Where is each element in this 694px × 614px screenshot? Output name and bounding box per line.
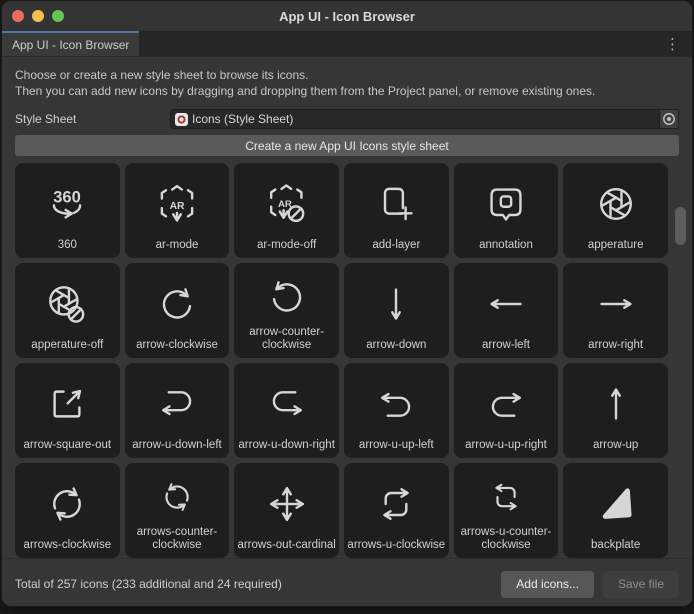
icon-glyph bbox=[45, 182, 89, 226]
style-sheet-row: Style Sheet Icons (Style Sheet) bbox=[15, 109, 679, 129]
description-text: Choose or create a new style sheet to br… bbox=[2, 67, 692, 99]
icon-label: apperature bbox=[587, 239, 644, 251]
icon-label: 360 bbox=[57, 239, 77, 251]
icon-glyph bbox=[45, 382, 89, 426]
icon-tile-arrows-clockwise[interactable]: arrows-clockwise bbox=[15, 463, 120, 558]
icon-tile-arrow-up[interactable]: arrow-up bbox=[563, 363, 668, 458]
icon-glyph bbox=[484, 282, 528, 326]
icon-glyph bbox=[594, 482, 638, 526]
icon-label: arrow-counter-clockwise bbox=[249, 326, 325, 351]
create-style-sheet-button[interactable]: Create a new App UI Icons style sheet bbox=[15, 135, 679, 156]
style-sheet-asset-icon bbox=[175, 112, 188, 126]
style-sheet-value: Icons (Style Sheet) bbox=[192, 112, 294, 126]
icon-label: ar-mode bbox=[155, 239, 199, 251]
icon-glyph bbox=[594, 182, 638, 226]
icon-glyph bbox=[594, 382, 638, 426]
icon-label: arrow-u-down-left bbox=[132, 439, 222, 451]
icon-tile-apperature[interactable]: apperature bbox=[563, 163, 668, 258]
icon-tile-apperature-off[interactable]: apperature-off bbox=[15, 263, 120, 358]
icon-tile-ar-mode-off[interactable]: ar-mode-off bbox=[234, 163, 339, 258]
tab-icon-browser[interactable]: App UI - Icon Browser bbox=[2, 31, 140, 56]
icon-label: arrow-down bbox=[366, 339, 427, 351]
icon-label: arrows-u-counter-clockwise bbox=[460, 526, 552, 551]
tab-bar: App UI - Icon Browser ⋮ bbox=[2, 31, 692, 57]
icon-glyph bbox=[265, 275, 309, 319]
icon-label: annotation bbox=[479, 239, 533, 251]
icon-tile-arrows-u-counter-clockwise[interactable]: arrows-u-counter-clockwise bbox=[453, 463, 559, 558]
icon-glyph bbox=[265, 482, 309, 526]
main-content: Choose or create a new style sheet to br… bbox=[2, 57, 692, 558]
icon-tile-arrow-u-up-right[interactable]: arrow-u-up-right bbox=[453, 363, 559, 458]
icon-tile-backplate[interactable]: backplate bbox=[563, 463, 668, 558]
icon-label: arrow-square-out bbox=[23, 439, 112, 451]
icon-label: arrow-left bbox=[482, 339, 530, 351]
icon-glyph bbox=[484, 382, 528, 426]
icon-label: arrow-up bbox=[592, 439, 639, 451]
icon-glyph bbox=[374, 482, 418, 526]
footer-bar: Total of 257 icons (233 additional and 2… bbox=[2, 558, 692, 606]
icon-count-status: Total of 257 icons (233 additional and 2… bbox=[15, 577, 282, 591]
icon-tile-add-layer[interactable]: add-layer bbox=[343, 163, 449, 258]
icon-tile-arrow-square-out[interactable]: arrow-square-out bbox=[15, 363, 120, 458]
description-line-2: Then you can add new icons by dragging a… bbox=[15, 84, 596, 98]
icon-glyph bbox=[45, 282, 89, 326]
save-file-button[interactable]: Save file bbox=[602, 570, 679, 598]
icon-tile-annotation[interactable]: annotation bbox=[453, 163, 559, 258]
icon-tile-360[interactable]: 360 bbox=[15, 163, 120, 258]
icon-tile-arrows-out-cardinal[interactable]: arrows-out-cardinal bbox=[234, 463, 339, 558]
icon-tile-arrow-u-up-left[interactable]: arrow-u-up-left bbox=[343, 363, 449, 458]
icon-glyph bbox=[374, 182, 418, 226]
style-sheet-label: Style Sheet bbox=[15, 112, 77, 126]
icon-grid: 360 ar-mode ar-mode-off add-layer annota… bbox=[15, 163, 668, 558]
icon-label: arrow-u-down-right bbox=[238, 439, 335, 451]
object-picker-icon[interactable] bbox=[659, 110, 678, 128]
icon-label: arrows-u-clockwise bbox=[347, 539, 446, 551]
icon-label: backplate bbox=[591, 539, 641, 551]
icon-glyph bbox=[374, 382, 418, 426]
icon-glyph bbox=[484, 475, 528, 519]
icon-glyph bbox=[265, 182, 309, 226]
icon-glyph bbox=[484, 182, 528, 226]
icon-tile-arrow-u-down-right[interactable]: arrow-u-down-right bbox=[234, 363, 339, 458]
window-title: App UI - Icon Browser bbox=[279, 8, 415, 24]
icon-browser-window: App UI - Icon Browser App UI - Icon Brow… bbox=[1, 0, 693, 607]
icon-label: arrows-counter-clockwise bbox=[136, 526, 218, 551]
icon-glyph bbox=[45, 482, 89, 526]
icon-label: add-layer bbox=[372, 239, 421, 251]
icon-glyph bbox=[155, 475, 199, 519]
description-line-1: Choose or create a new style sheet to br… bbox=[15, 68, 309, 82]
icon-tile-arrows-counter-clockwise[interactable]: arrows-counter-clockwise bbox=[124, 463, 230, 558]
icon-tile-arrow-left[interactable]: arrow-left bbox=[453, 263, 559, 358]
icon-label: arrow-u-up-right bbox=[465, 439, 547, 451]
icon-glyph bbox=[265, 382, 309, 426]
icon-tile-arrows-u-clockwise[interactable]: arrows-u-clockwise bbox=[343, 463, 449, 558]
icon-label: arrows-out-cardinal bbox=[237, 539, 336, 551]
icon-glyph bbox=[374, 282, 418, 326]
icon-glyph bbox=[155, 182, 199, 226]
icon-tile-arrow-right[interactable]: arrow-right bbox=[563, 263, 668, 358]
icon-label: ar-mode-off bbox=[257, 239, 317, 251]
vertical-scrollbar-thumb[interactable] bbox=[675, 207, 686, 245]
icon-glyph bbox=[594, 282, 638, 326]
icon-tile-arrow-down[interactable]: arrow-down bbox=[343, 263, 449, 358]
icon-label: arrow-right bbox=[588, 339, 644, 351]
icon-label: arrow-clockwise bbox=[136, 339, 218, 351]
icon-label: arrow-u-up-left bbox=[358, 439, 434, 451]
style-sheet-object-field[interactable]: Icons (Style Sheet) bbox=[170, 109, 679, 129]
icon-label: arrows-clockwise bbox=[23, 539, 112, 551]
icon-glyph bbox=[155, 282, 199, 326]
icon-tile-arrow-u-down-left[interactable]: arrow-u-down-left bbox=[124, 363, 230, 458]
icon-tile-ar-mode[interactable]: ar-mode bbox=[124, 163, 230, 258]
tab-label: App UI - Icon Browser bbox=[12, 37, 130, 52]
add-icons-button[interactable]: Add icons... bbox=[501, 570, 594, 598]
titlebar: App UI - Icon Browser bbox=[2, 1, 692, 31]
icon-tile-arrow-counter-clockwise[interactable]: arrow-counter-clockwise bbox=[234, 263, 339, 358]
icon-label: apperature-off bbox=[31, 339, 104, 351]
icon-tile-arrow-clockwise[interactable]: arrow-clockwise bbox=[124, 263, 230, 358]
kebab-menu-icon[interactable]: ⋮ bbox=[659, 31, 686, 56]
icon-glyph bbox=[155, 382, 199, 426]
